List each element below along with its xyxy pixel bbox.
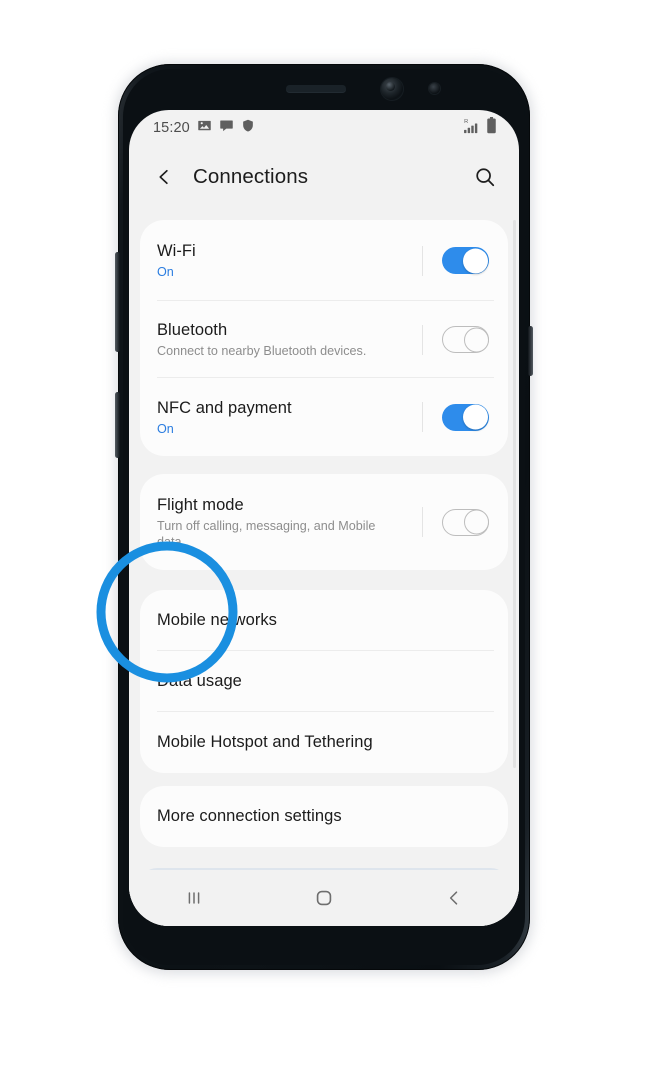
row-data-usage[interactable]: Data usage bbox=[140, 651, 508, 712]
status-bar-left: 15:20 bbox=[153, 118, 255, 138]
row-nfc-and-payment-text: NFC and payment On bbox=[157, 398, 422, 437]
row-nfc-and-payment-title: NFC and payment bbox=[157, 398, 292, 417]
row-wifi[interactable]: Wi-Fi On bbox=[140, 220, 508, 301]
row-more-connection-settings-title: More connection settings bbox=[157, 807, 342, 825]
row-mobile-hotspot-and-tethering-title: Mobile Hotspot and Tethering bbox=[157, 733, 373, 751]
row-bluetooth[interactable]: Bluetooth Connect to nearby Bluetooth de… bbox=[140, 301, 508, 378]
page-title: Connections bbox=[193, 165, 309, 188]
card-toggles: Wi-Fi On Bluetooth Connect to nearby Blu… bbox=[140, 220, 508, 456]
app-bar: Connections bbox=[129, 146, 519, 208]
bluetooth-toggle-knob bbox=[463, 327, 489, 352]
row-bluetooth-subtitle: Connect to nearby Bluetooth devices. bbox=[157, 344, 367, 358]
bluetooth-toggle[interactable] bbox=[441, 326, 489, 353]
home-icon[interactable] bbox=[259, 870, 389, 926]
toggle-divider bbox=[422, 402, 423, 432]
phone-device: 15:20 R Connections Wi-Fi On Bluetooth C… bbox=[115, 62, 533, 974]
battery-icon bbox=[486, 117, 497, 139]
navigation-bar bbox=[129, 870, 519, 926]
row-mobile-networks-text: Mobile networks bbox=[157, 610, 508, 631]
row-nfc-and-payment-subtitle: On bbox=[157, 421, 174, 436]
row-mobile-networks-title: Mobile networks bbox=[157, 611, 277, 629]
row-bluetooth-title: Bluetooth bbox=[157, 321, 228, 339]
flight-mode-toggle-knob bbox=[463, 509, 489, 535]
status-bar-right: R bbox=[463, 117, 497, 139]
row-data-usage-title: Data usage bbox=[157, 672, 242, 690]
nfc-and-payment-toggle[interactable] bbox=[441, 403, 489, 431]
toggle-divider bbox=[422, 507, 423, 537]
message-icon bbox=[219, 118, 234, 138]
toggle-divider bbox=[422, 324, 423, 355]
nfc-toggle-knob bbox=[462, 404, 488, 430]
wifi-toggle[interactable] bbox=[441, 247, 489, 274]
recents-icon[interactable] bbox=[129, 870, 259, 926]
settings-list[interactable]: Wi-Fi On Bluetooth Connect to nearby Blu… bbox=[129, 208, 519, 926]
signal-roaming-icon: R bbox=[463, 118, 480, 139]
image-icon bbox=[197, 118, 212, 138]
wifi-toggle-knob bbox=[462, 248, 488, 273]
row-flight-mode-toggle-wrap bbox=[422, 474, 508, 570]
svg-text:R: R bbox=[464, 119, 468, 125]
row-more-connection-settings-text: More connection settings bbox=[157, 806, 508, 827]
row-flight-mode[interactable]: Flight mode Turn off calling, messaging,… bbox=[140, 474, 508, 570]
row-wifi-subtitle: On bbox=[157, 265, 174, 279]
scrollbar[interactable] bbox=[513, 220, 516, 768]
row-mobile-hotspot-and-tethering[interactable]: Mobile Hotspot and Tethering bbox=[140, 712, 508, 773]
row-wifi-title: Wi-Fi bbox=[157, 242, 196, 260]
status-bar: 15:20 R bbox=[129, 110, 519, 146]
card-mobile: Mobile networks Data usage Mobile Hotspo… bbox=[140, 590, 508, 773]
row-flight-mode-text: Flight mode Turn off calling, messaging,… bbox=[157, 495, 422, 550]
row-flight-mode-subtitle: Turn off calling, messaging, and Mobile … bbox=[157, 518, 376, 549]
earpiece-speaker bbox=[286, 85, 346, 92]
row-flight-mode-title: Flight mode bbox=[157, 495, 244, 514]
row-bluetooth-toggle-wrap bbox=[422, 301, 508, 378]
power-button[interactable] bbox=[528, 326, 533, 376]
search-icon[interactable] bbox=[471, 163, 499, 191]
row-more-connection-settings[interactable]: More connection settings bbox=[140, 786, 508, 847]
toggle-divider bbox=[422, 245, 423, 276]
volume-button[interactable] bbox=[115, 252, 120, 352]
flight-mode-toggle[interactable] bbox=[441, 508, 489, 536]
row-mobile-hotspot-text: Mobile Hotspot and Tethering bbox=[157, 732, 508, 753]
phone-screen: 15:20 R Connections Wi-Fi On Bluetooth C… bbox=[129, 110, 519, 926]
proximity-sensor-icon bbox=[429, 83, 440, 94]
row-nfc-and-payment[interactable]: NFC and payment On bbox=[140, 378, 508, 456]
shield-icon bbox=[241, 118, 255, 138]
back-chevron-icon[interactable] bbox=[151, 164, 177, 190]
status-bar-clock: 15:20 bbox=[153, 120, 190, 136]
row-data-usage-text: Data usage bbox=[157, 671, 508, 692]
card-more: More connection settings bbox=[140, 786, 508, 847]
row-wifi-toggle-wrap bbox=[422, 220, 508, 301]
row-mobile-networks[interactable]: Mobile networks bbox=[140, 590, 508, 651]
row-wifi-text: Wi-Fi On bbox=[157, 241, 422, 280]
card-flight-mode: Flight mode Turn off calling, messaging,… bbox=[140, 474, 508, 570]
back-icon[interactable] bbox=[389, 870, 519, 926]
front-camera-icon bbox=[381, 78, 403, 100]
row-bluetooth-text: Bluetooth Connect to nearby Bluetooth de… bbox=[157, 320, 422, 359]
row-nfc-toggle-wrap bbox=[422, 378, 508, 456]
bixby-button[interactable] bbox=[115, 392, 120, 458]
